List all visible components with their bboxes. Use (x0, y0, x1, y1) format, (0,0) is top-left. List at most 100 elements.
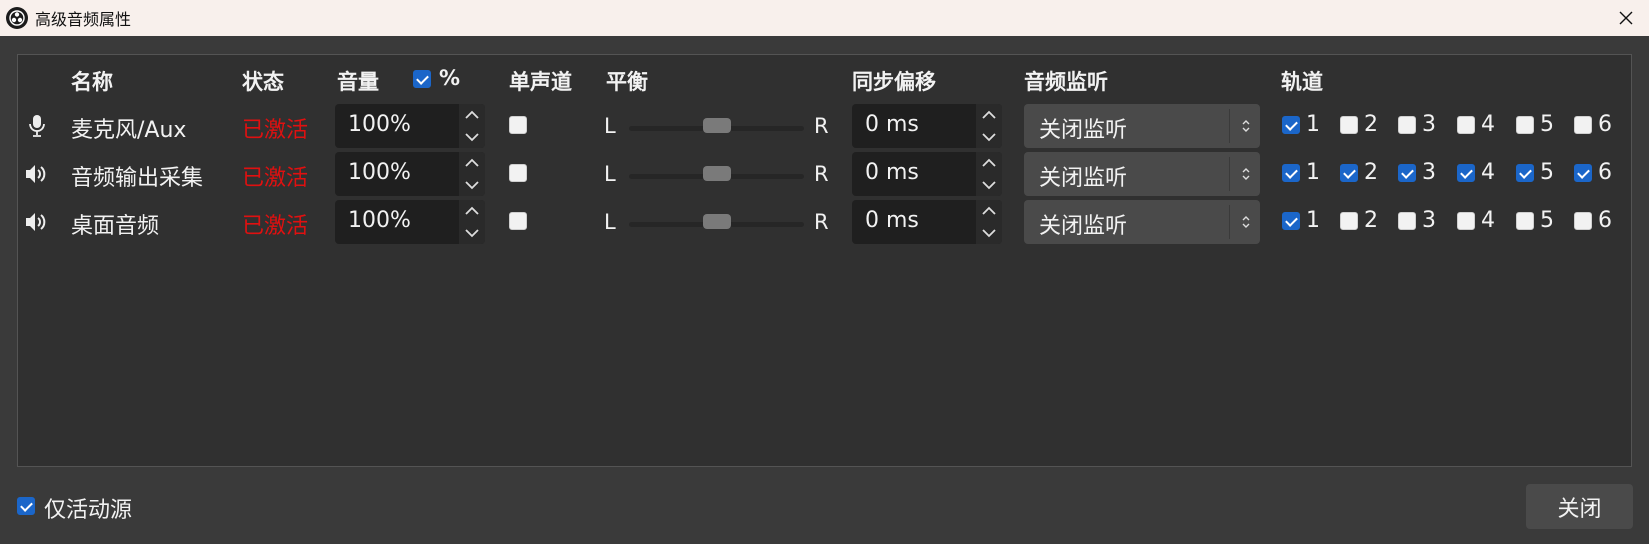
sync-offset-spinbox[interactable]: 0 ms (852, 104, 1002, 148)
speaker-icon (24, 162, 50, 186)
mono-checkbox[interactable] (509, 212, 527, 230)
track-1-checkbox[interactable] (1282, 212, 1300, 230)
close-button[interactable]: 关闭 (1526, 484, 1633, 529)
monitoring-value: 关闭监听 (1039, 214, 1128, 239)
header-monitoring: 音频监听 (1024, 70, 1108, 94)
track-5-checkbox[interactable] (1516, 116, 1534, 134)
volume-decrement-icon[interactable] (459, 222, 485, 244)
track-2-checkbox[interactable] (1340, 164, 1358, 182)
dropdown-divider (1229, 157, 1230, 191)
balance-slider-thumb[interactable] (703, 166, 731, 181)
balance-slider-thumb[interactable] (703, 118, 731, 133)
track-4-label: 4 (1481, 160, 1495, 185)
sync-offset-decrement-icon[interactable] (976, 222, 1002, 244)
volume-value: 100% (348, 112, 411, 137)
header-volume: 音量 (337, 70, 379, 94)
track-5-checkbox[interactable] (1516, 212, 1534, 230)
monitoring-value: 关闭监听 (1039, 166, 1128, 191)
track-5-checkbox[interactable] (1516, 164, 1534, 182)
monitoring-dropdown[interactable]: 关闭监听 (1024, 200, 1260, 244)
mono-checkbox[interactable] (509, 164, 527, 182)
track-1-label: 1 (1306, 160, 1320, 185)
track-3-checkbox[interactable] (1398, 116, 1416, 134)
volume-spinbox[interactable]: 100% (335, 200, 485, 244)
header-sync-offset: 同步偏移 (852, 70, 936, 94)
sync-offset-increment-icon[interactable] (976, 104, 1002, 126)
sync-offset-spinbox[interactable]: 0 ms (852, 152, 1002, 196)
source-name: 麦克风/Aux (71, 118, 187, 143)
track-2-label: 2 (1364, 208, 1378, 233)
track-5-label: 5 (1540, 112, 1554, 137)
sync-offset-spinbox[interactable]: 0 ms (852, 200, 1002, 244)
track-5-label: 5 (1540, 208, 1554, 233)
sync-offset-value: 0 ms (865, 160, 919, 185)
balance-left-label: L (604, 114, 616, 138)
track-2-checkbox[interactable] (1340, 212, 1358, 230)
track-4-checkbox[interactable] (1457, 212, 1475, 230)
track-1-checkbox[interactable] (1282, 164, 1300, 182)
header-status: 状态 (242, 70, 284, 94)
active-only-checkbox[interactable] (17, 497, 35, 515)
track-2-label: 2 (1364, 112, 1378, 137)
track-6-label: 6 (1598, 112, 1612, 137)
volume-increment-icon[interactable] (459, 152, 485, 174)
balance-left-label: L (604, 162, 616, 186)
chevron-updown-icon[interactable] (1232, 104, 1260, 148)
status-label: 已激活 (242, 214, 309, 239)
track-2-label: 2 (1364, 160, 1378, 185)
header-percent: % (439, 66, 461, 90)
track-6-label: 6 (1598, 160, 1612, 185)
monitoring-dropdown[interactable]: 关闭监听 (1024, 104, 1260, 148)
track-1-checkbox[interactable] (1282, 116, 1300, 134)
track-6-checkbox[interactable] (1574, 164, 1592, 182)
active-only-label: 仅活动源 (44, 498, 133, 523)
monitoring-value: 关闭监听 (1039, 118, 1128, 143)
sync-offset-value: 0 ms (865, 208, 919, 233)
audio-source-row: 麦克风/Aux 已激活 100% L R 0 ms 关闭监听 1 2 3 4 5… (0, 104, 1649, 148)
source-name: 音频输出采集 (71, 166, 204, 191)
sync-offset-decrement-icon[interactable] (976, 174, 1002, 196)
volume-spinbox[interactable]: 100% (335, 104, 485, 148)
chevron-updown-icon[interactable] (1232, 152, 1260, 196)
audio-source-row: 音频输出采集 已激活 100% L R 0 ms 关闭监听 1 2 3 4 5 … (0, 152, 1649, 196)
volume-value: 100% (348, 160, 411, 185)
track-1-label: 1 (1306, 208, 1320, 233)
track-2-checkbox[interactable] (1340, 116, 1358, 134)
balance-left-label: L (604, 210, 616, 234)
track-6-checkbox[interactable] (1574, 116, 1592, 134)
mono-checkbox[interactable] (509, 116, 527, 134)
sync-offset-value: 0 ms (865, 112, 919, 137)
track-5-label: 5 (1540, 160, 1554, 185)
track-3-checkbox[interactable] (1398, 164, 1416, 182)
window-title: 高级音频属性 (35, 10, 132, 29)
percent-checkbox[interactable] (413, 70, 431, 88)
volume-spinbox[interactable]: 100% (335, 152, 485, 196)
status-label: 已激活 (242, 118, 309, 143)
volume-decrement-icon[interactable] (459, 174, 485, 196)
track-6-checkbox[interactable] (1574, 212, 1592, 230)
chevron-updown-icon[interactable] (1232, 200, 1260, 244)
microphone-icon (24, 114, 50, 138)
track-4-label: 4 (1481, 208, 1495, 233)
volume-value: 100% (348, 208, 411, 233)
monitoring-dropdown[interactable]: 关闭监听 (1024, 152, 1260, 196)
volume-decrement-icon[interactable] (459, 126, 485, 148)
track-4-checkbox[interactable] (1457, 116, 1475, 134)
track-1-label: 1 (1306, 112, 1320, 137)
sync-offset-increment-icon[interactable] (976, 152, 1002, 174)
audio-source-row: 桌面音频 已激活 100% L R 0 ms 关闭监听 1 2 3 4 5 6 (0, 200, 1649, 244)
sync-offset-decrement-icon[interactable] (976, 126, 1002, 148)
dropdown-divider (1229, 205, 1230, 239)
track-3-label: 3 (1422, 208, 1436, 233)
track-4-checkbox[interactable] (1457, 164, 1475, 182)
balance-slider-thumb[interactable] (703, 214, 731, 229)
speaker-icon (24, 210, 50, 234)
close-icon[interactable] (1603, 0, 1649, 36)
header-mono: 单声道 (509, 70, 572, 94)
sync-offset-increment-icon[interactable] (976, 200, 1002, 222)
volume-increment-icon[interactable] (459, 200, 485, 222)
volume-increment-icon[interactable] (459, 104, 485, 126)
source-name: 桌面音频 (71, 214, 160, 239)
track-3-checkbox[interactable] (1398, 212, 1416, 230)
balance-right-label: R (814, 210, 829, 234)
